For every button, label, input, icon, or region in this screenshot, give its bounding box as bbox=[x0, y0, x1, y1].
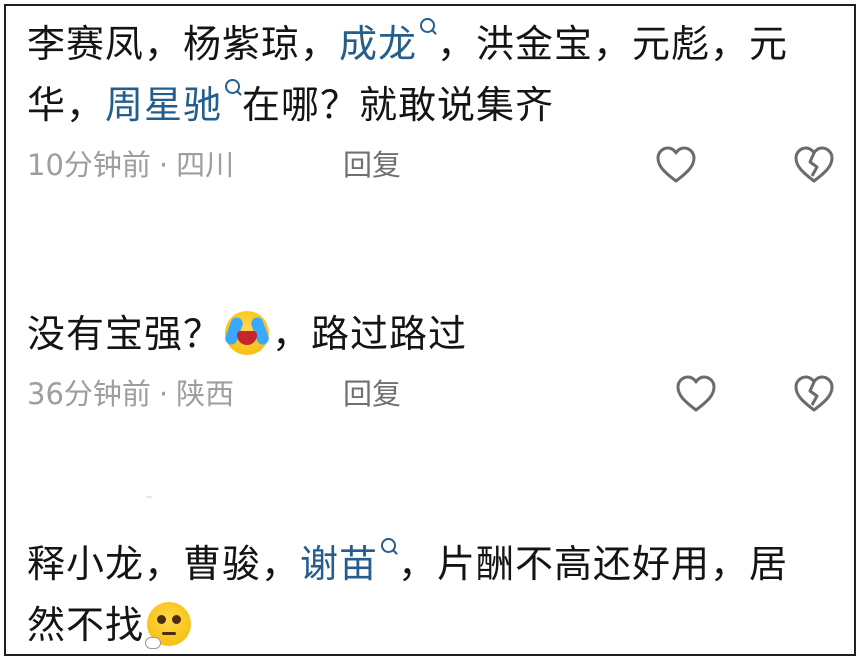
mention-link[interactable]: 谢苗 bbox=[300, 538, 398, 586]
comment-item: 李赛凤，杨紫琼，成龙 ，洪金宝，元彪，元华，周星驰 在哪？就敢说集齐 10分钟前 · 四… bbox=[27, 14, 854, 190]
comment-text-segment: 没有宝强？ bbox=[27, 312, 223, 356]
comment-location: 四川 bbox=[176, 148, 235, 182]
comment-item: 释小龙，曹骏，谢苗 ，片酬不高还好用，居然不找 bbox=[27, 534, 854, 654]
reply-button[interactable]: 回复 bbox=[343, 140, 401, 190]
comment-text: 释小龙，曹骏，谢苗 ，片酬不高还好用，居然不找 bbox=[27, 534, 827, 654]
pleading-face-emoji-icon bbox=[145, 602, 192, 649]
heart-outline-icon[interactable] bbox=[674, 373, 718, 417]
meta-separator: · bbox=[158, 148, 169, 182]
comment-text-segment: 释小龙，曹骏， bbox=[27, 542, 301, 586]
comment-text-segment: ，路过路过 bbox=[272, 312, 468, 356]
mention-label: 成龙 bbox=[339, 22, 418, 66]
comment-text-segment: 在哪？就敢说集齐 bbox=[242, 83, 555, 127]
search-icon bbox=[381, 538, 397, 553]
crying-laughing-emoji-icon bbox=[223, 311, 271, 355]
comment-item: 没有宝强？ ，路过路过 36分钟前 · 陕西 回复 bbox=[27, 304, 854, 419]
comment-location: 陕西 bbox=[176, 377, 235, 411]
mention-link[interactable]: 周星驰 bbox=[105, 79, 242, 127]
comment-text: 没有宝强？ ，路过路过 bbox=[27, 304, 827, 365]
comment-time: 36分钟前 bbox=[27, 377, 151, 411]
search-icon bbox=[225, 79, 241, 94]
comment-time: 10分钟前 bbox=[27, 148, 151, 182]
comment-meta: 36分钟前 · 陕西 回复 bbox=[27, 369, 854, 419]
mention-label: 谢苗 bbox=[300, 542, 379, 586]
heart-outline-icon[interactable] bbox=[654, 144, 698, 188]
broken-heart-outline-icon[interactable] bbox=[792, 373, 836, 417]
meta-separator: · bbox=[158, 377, 169, 411]
comment-list: 李赛凤，杨紫琼，成龙 ，洪金宝，元彪，元华，周星驰 在哪？就敢说集齐 10分钟前 · 四… bbox=[4, 4, 856, 656]
reply-button[interactable]: 回复 bbox=[343, 369, 401, 419]
search-icon bbox=[420, 18, 436, 33]
comment-meta: 10分钟前 · 四川 回复 bbox=[27, 140, 854, 190]
comment-text-segment: 李赛凤，杨紫琼， bbox=[27, 22, 340, 66]
comment-text: 李赛凤，杨紫琼，成龙 ，洪金宝，元彪，元华，周星驰 在哪？就敢说集齐 bbox=[27, 14, 827, 136]
mention-label: 周星驰 bbox=[105, 83, 223, 127]
broken-heart-outline-icon[interactable] bbox=[792, 144, 836, 188]
mention-link[interactable]: 成龙 bbox=[339, 18, 437, 66]
divider bbox=[146, 496, 152, 498]
